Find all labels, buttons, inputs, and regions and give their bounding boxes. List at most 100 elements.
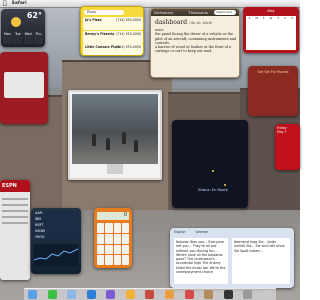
stock-row[interactable]: IBM (33, 217, 79, 222)
news-widget[interactable]: ESPN (0, 180, 30, 280)
pronunciation: \'da sh ,bôrd\ (189, 21, 213, 25)
sun-icon (11, 17, 21, 27)
dashboard-icon[interactable] (223, 290, 233, 299)
tab-thesaurus[interactable]: Thesaurus (188, 10, 208, 15)
calculator-key[interactable] (105, 233, 113, 244)
definition-block: noun the panel facing the driver of a ve… (155, 28, 237, 54)
calculator-key[interactable] (105, 255, 113, 265)
calculator-key[interactable] (105, 223, 113, 233)
stock-chart (33, 244, 79, 266)
result-name: Jo's Pizza (85, 18, 102, 22)
mail-icon[interactable] (67, 290, 77, 299)
imovie-icon[interactable] (145, 290, 155, 299)
red-widget[interactable] (0, 52, 48, 124)
ical-icon[interactable] (184, 290, 194, 299)
itunes-icon[interactable] (106, 290, 116, 299)
apple-menu-icon[interactable]:  (3, 0, 7, 7)
dictionary-header: Dictionary Thesaurus dashboard (151, 9, 239, 16)
system-preferences-icon[interactable] (243, 290, 253, 299)
temperature-value: 62° (26, 11, 42, 20)
calculator-key[interactable] (113, 244, 121, 255)
phonebook-search-input[interactable]: Pizza (84, 10, 124, 15)
person-figure (122, 132, 126, 144)
stock-row[interactable]: YHOO (33, 235, 79, 240)
result-name: Benny's Pizzeria (85, 32, 115, 36)
weekday-label: M (255, 16, 258, 20)
calculator-key[interactable] (105, 244, 113, 255)
result-name: Little Caesars Pizza (85, 45, 121, 49)
calculator-key[interactable] (121, 233, 129, 244)
calculator-display: 0 (97, 212, 129, 220)
weekday-label: T (277, 16, 279, 20)
result-phone: (714) 555-0000 (116, 45, 141, 49)
date-widget[interactable]: Friday May 7 (275, 124, 300, 170)
widget-content (4, 72, 44, 98)
weekday-label: F (284, 16, 287, 20)
result-phone: (714) 555-0000 (116, 32, 141, 36)
dictionary-widget[interactable]: Dictionary Thesaurus dashboard dashboard… (150, 8, 240, 78)
translation-language-bar: English German (174, 230, 290, 236)
news-headline[interactable] (2, 204, 28, 206)
dictionary-search-input[interactable]: dashboard (214, 10, 236, 15)
calculator-key[interactable] (121, 223, 129, 233)
translation-input[interactable]: Nobody likes you... Everyone left you...… (174, 238, 228, 284)
person-figure (134, 140, 138, 152)
trash-icon[interactable] (262, 290, 272, 299)
person-figure (106, 138, 110, 150)
tab-dictionary[interactable]: Dictionary (154, 10, 173, 15)
safari-icon[interactable] (86, 290, 96, 299)
weekday-label: W (269, 16, 273, 20)
stock-row[interactable]: SUNW (33, 229, 79, 234)
addressbook-icon[interactable] (204, 290, 214, 299)
from-language-select[interactable]: English (174, 230, 186, 236)
phonebook-result[interactable]: Jo's Pizza (714) 555-0000 (83, 17, 143, 30)
translation-widget[interactable]: English German Nobody likes you... Every… (170, 228, 294, 288)
forecast-day: Mon (3, 32, 12, 44)
webcam-image (72, 94, 158, 164)
flight-status: Status: En Route (198, 188, 228, 192)
calculator-key[interactable] (97, 244, 105, 255)
finder-icon[interactable] (28, 290, 37, 299)
forecast-day: Wed (23, 32, 33, 44)
phonebook-result[interactable]: Little Caesars Pizza (714) 555-0000 (83, 44, 143, 55)
phonebook-result[interactable]: Benny's Pizzeria (714) 555-0000 (83, 31, 143, 44)
translation-output: Niemand mag Sie... Jeder verließ Sie... … (232, 238, 290, 284)
display-stand (107, 164, 123, 174)
date: May 7 (277, 130, 287, 134)
definition: the panel facing the driver of a vehicle… (155, 32, 236, 45)
menu-safari[interactable]: Safari (12, 1, 27, 6)
news-headline[interactable] (2, 210, 28, 212)
dictionary-word: dashboard \'da sh ,bôrd\ (155, 19, 212, 26)
calculator-key[interactable] (97, 233, 105, 244)
ichat-icon[interactable] (47, 290, 57, 299)
calculator-widget[interactable]: 0 (94, 208, 132, 268)
calendar-grid: S M T W T F S (246, 16, 296, 50)
weather-widget[interactable]: 62° Mon Tue Wed Thu (1, 9, 45, 47)
garageband-icon[interactable] (165, 290, 175, 299)
weekday-label: T (262, 16, 265, 20)
to-language-select[interactable]: German (196, 230, 209, 236)
phonebook-widget[interactable]: Pizza Jo's Pizza (714) 555-0000 Benny's … (80, 6, 144, 56)
stocks-widget[interactable]: AAPL IBM MSFT SUNW YHOO (31, 208, 81, 274)
calculator-key[interactable] (97, 255, 105, 265)
flight-tracker-widget[interactable]: Status: En Route (172, 120, 248, 208)
news-headline[interactable] (2, 222, 28, 224)
iphoto-icon[interactable] (125, 290, 135, 299)
calculator-key[interactable] (121, 244, 129, 255)
webclip-widget[interactable] (68, 90, 162, 180)
calculator-key[interactable] (113, 255, 121, 265)
news-headline[interactable] (2, 216, 28, 218)
dock (24, 288, 276, 300)
calculator-key[interactable] (113, 223, 121, 233)
calculator-key[interactable] (113, 233, 121, 244)
calculator-key[interactable] (97, 223, 105, 233)
result-phone: (714) 555-0000 (116, 18, 141, 22)
stock-row[interactable]: MSFT (33, 223, 79, 228)
stock-row[interactable]: AAPL (33, 211, 79, 216)
calendar-widget[interactable]: May S M T W T F S (243, 7, 299, 53)
calculator-key[interactable] (121, 255, 129, 265)
movies-widget[interactable]: Get Set For Movies (248, 66, 298, 116)
definition: a barrier of wood or leather at the fron… (155, 45, 232, 54)
stock-chart-line (33, 248, 79, 261)
news-headline[interactable] (2, 198, 28, 200)
